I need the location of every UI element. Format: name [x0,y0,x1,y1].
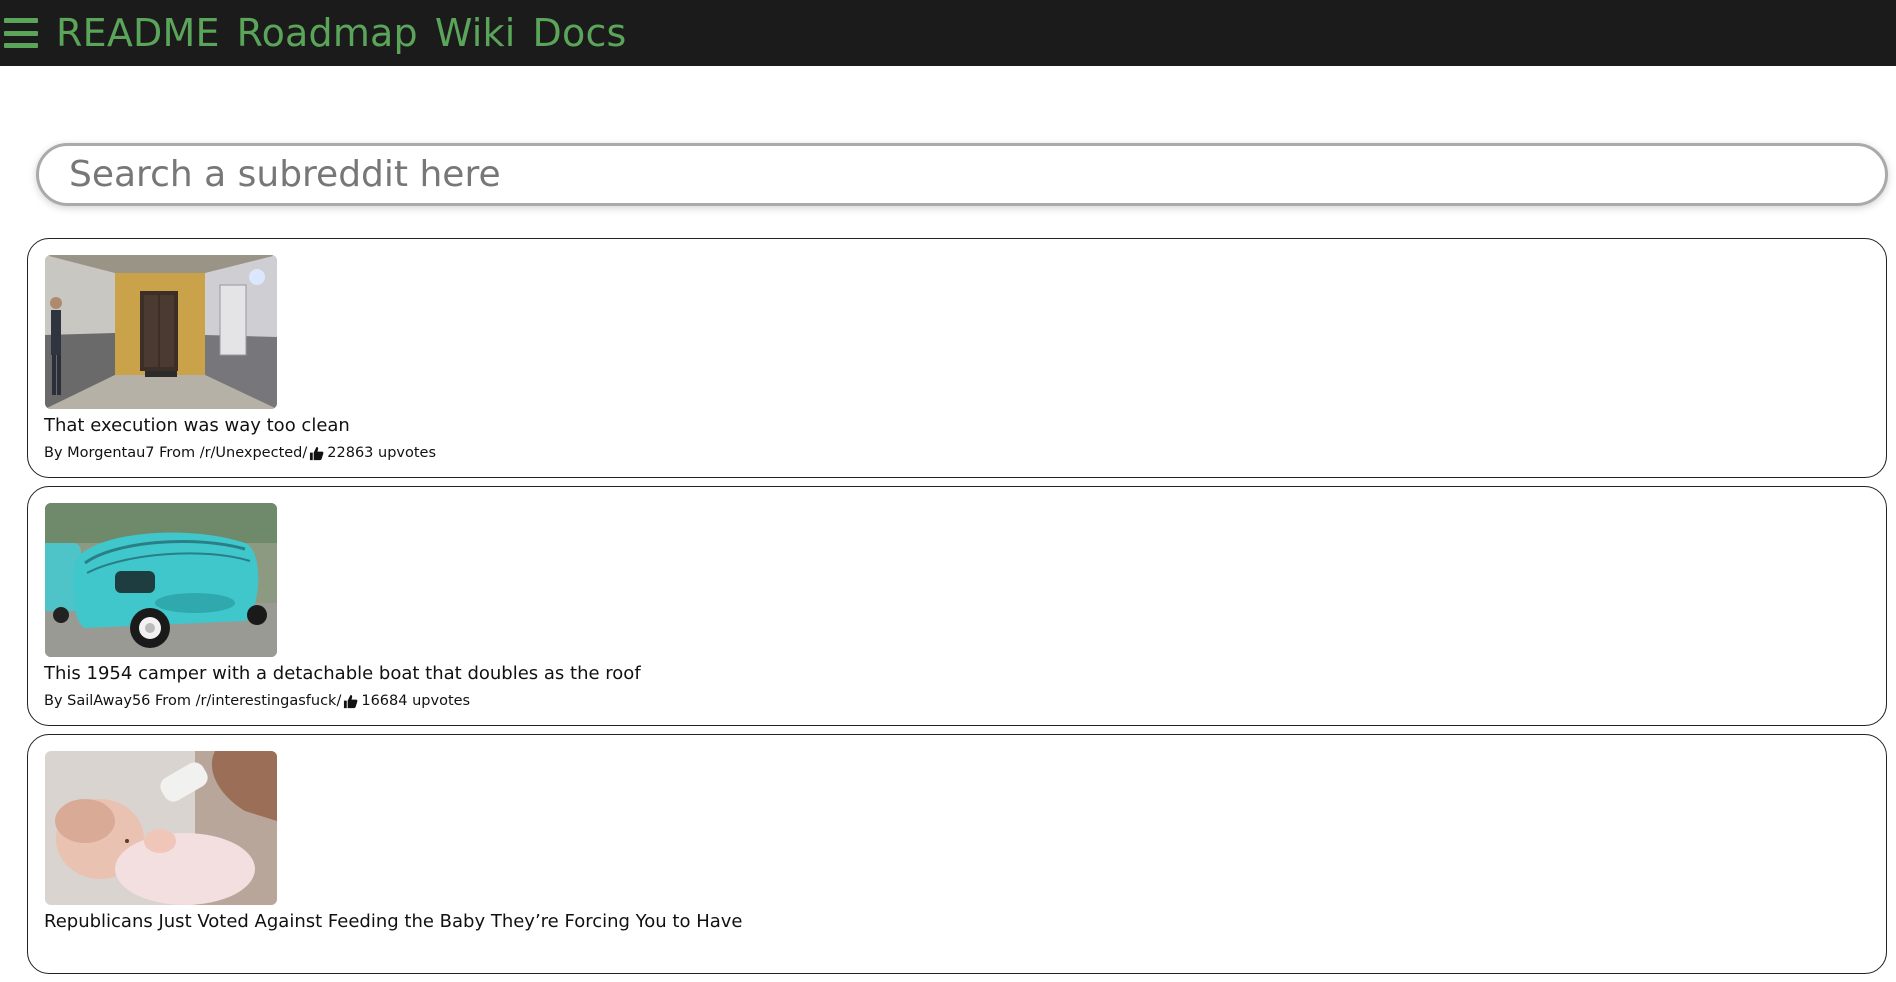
thumbs-up-icon [310,446,324,460]
post-meta: By Morgentau7 From /r/Unexpected/ 22863 … [44,445,1886,461]
post-upvotes-label: upvotes [412,693,471,709]
post-upvote-count: 16684 [361,693,408,709]
top-nav-bar: README Roadmap Wiki Docs [0,0,1896,66]
subreddit-search-input[interactable] [67,153,1885,196]
post-by-label: By [44,445,63,461]
post-card[interactable]: This 1954 camper with a detachable boat … [27,486,1887,726]
post-subreddit[interactable]: /r/interestingasfuck/ [196,693,342,709]
hamburger-icon[interactable] [4,18,38,48]
nav-link-readme[interactable]: README [56,0,220,66]
post-subreddit[interactable]: /r/Unexpected/ [200,445,308,461]
post-title[interactable]: This 1954 camper with a detachable boat … [44,663,1886,684]
post-upvote-count: 22863 [327,445,374,461]
post-from-label: From [155,693,191,709]
thumbs-up-icon [344,694,358,708]
post-title[interactable]: That execution was way too clean [44,415,1886,436]
search-box [36,143,1888,206]
post-feed: That execution was way too clean By Morg… [27,238,1887,982]
post-card[interactable]: That execution was way too clean By Morg… [27,238,1887,478]
post-thumbnail-camper[interactable] [45,503,277,657]
post-thumbnail-hallway[interactable] [45,255,277,409]
post-author[interactable]: SailAway56 [67,693,150,709]
nav-link-wiki[interactable]: Wiki [435,0,516,66]
post-meta: By SailAway56 From /r/interestingasfuck/… [44,693,1886,709]
nav-link-docs[interactable]: Docs [533,0,627,66]
post-card[interactable]: Republicans Just Voted Against Feeding t… [27,734,1887,974]
nav-link-roadmap[interactable]: Roadmap [237,0,418,66]
post-from-label: From [159,445,196,461]
post-by-label: By [44,693,63,709]
post-thumbnail-baby[interactable] [45,751,277,905]
post-author[interactable]: Morgentau7 [67,445,154,461]
post-title[interactable]: Republicans Just Voted Against Feeding t… [44,911,1886,932]
post-upvotes-label: upvotes [378,445,437,461]
